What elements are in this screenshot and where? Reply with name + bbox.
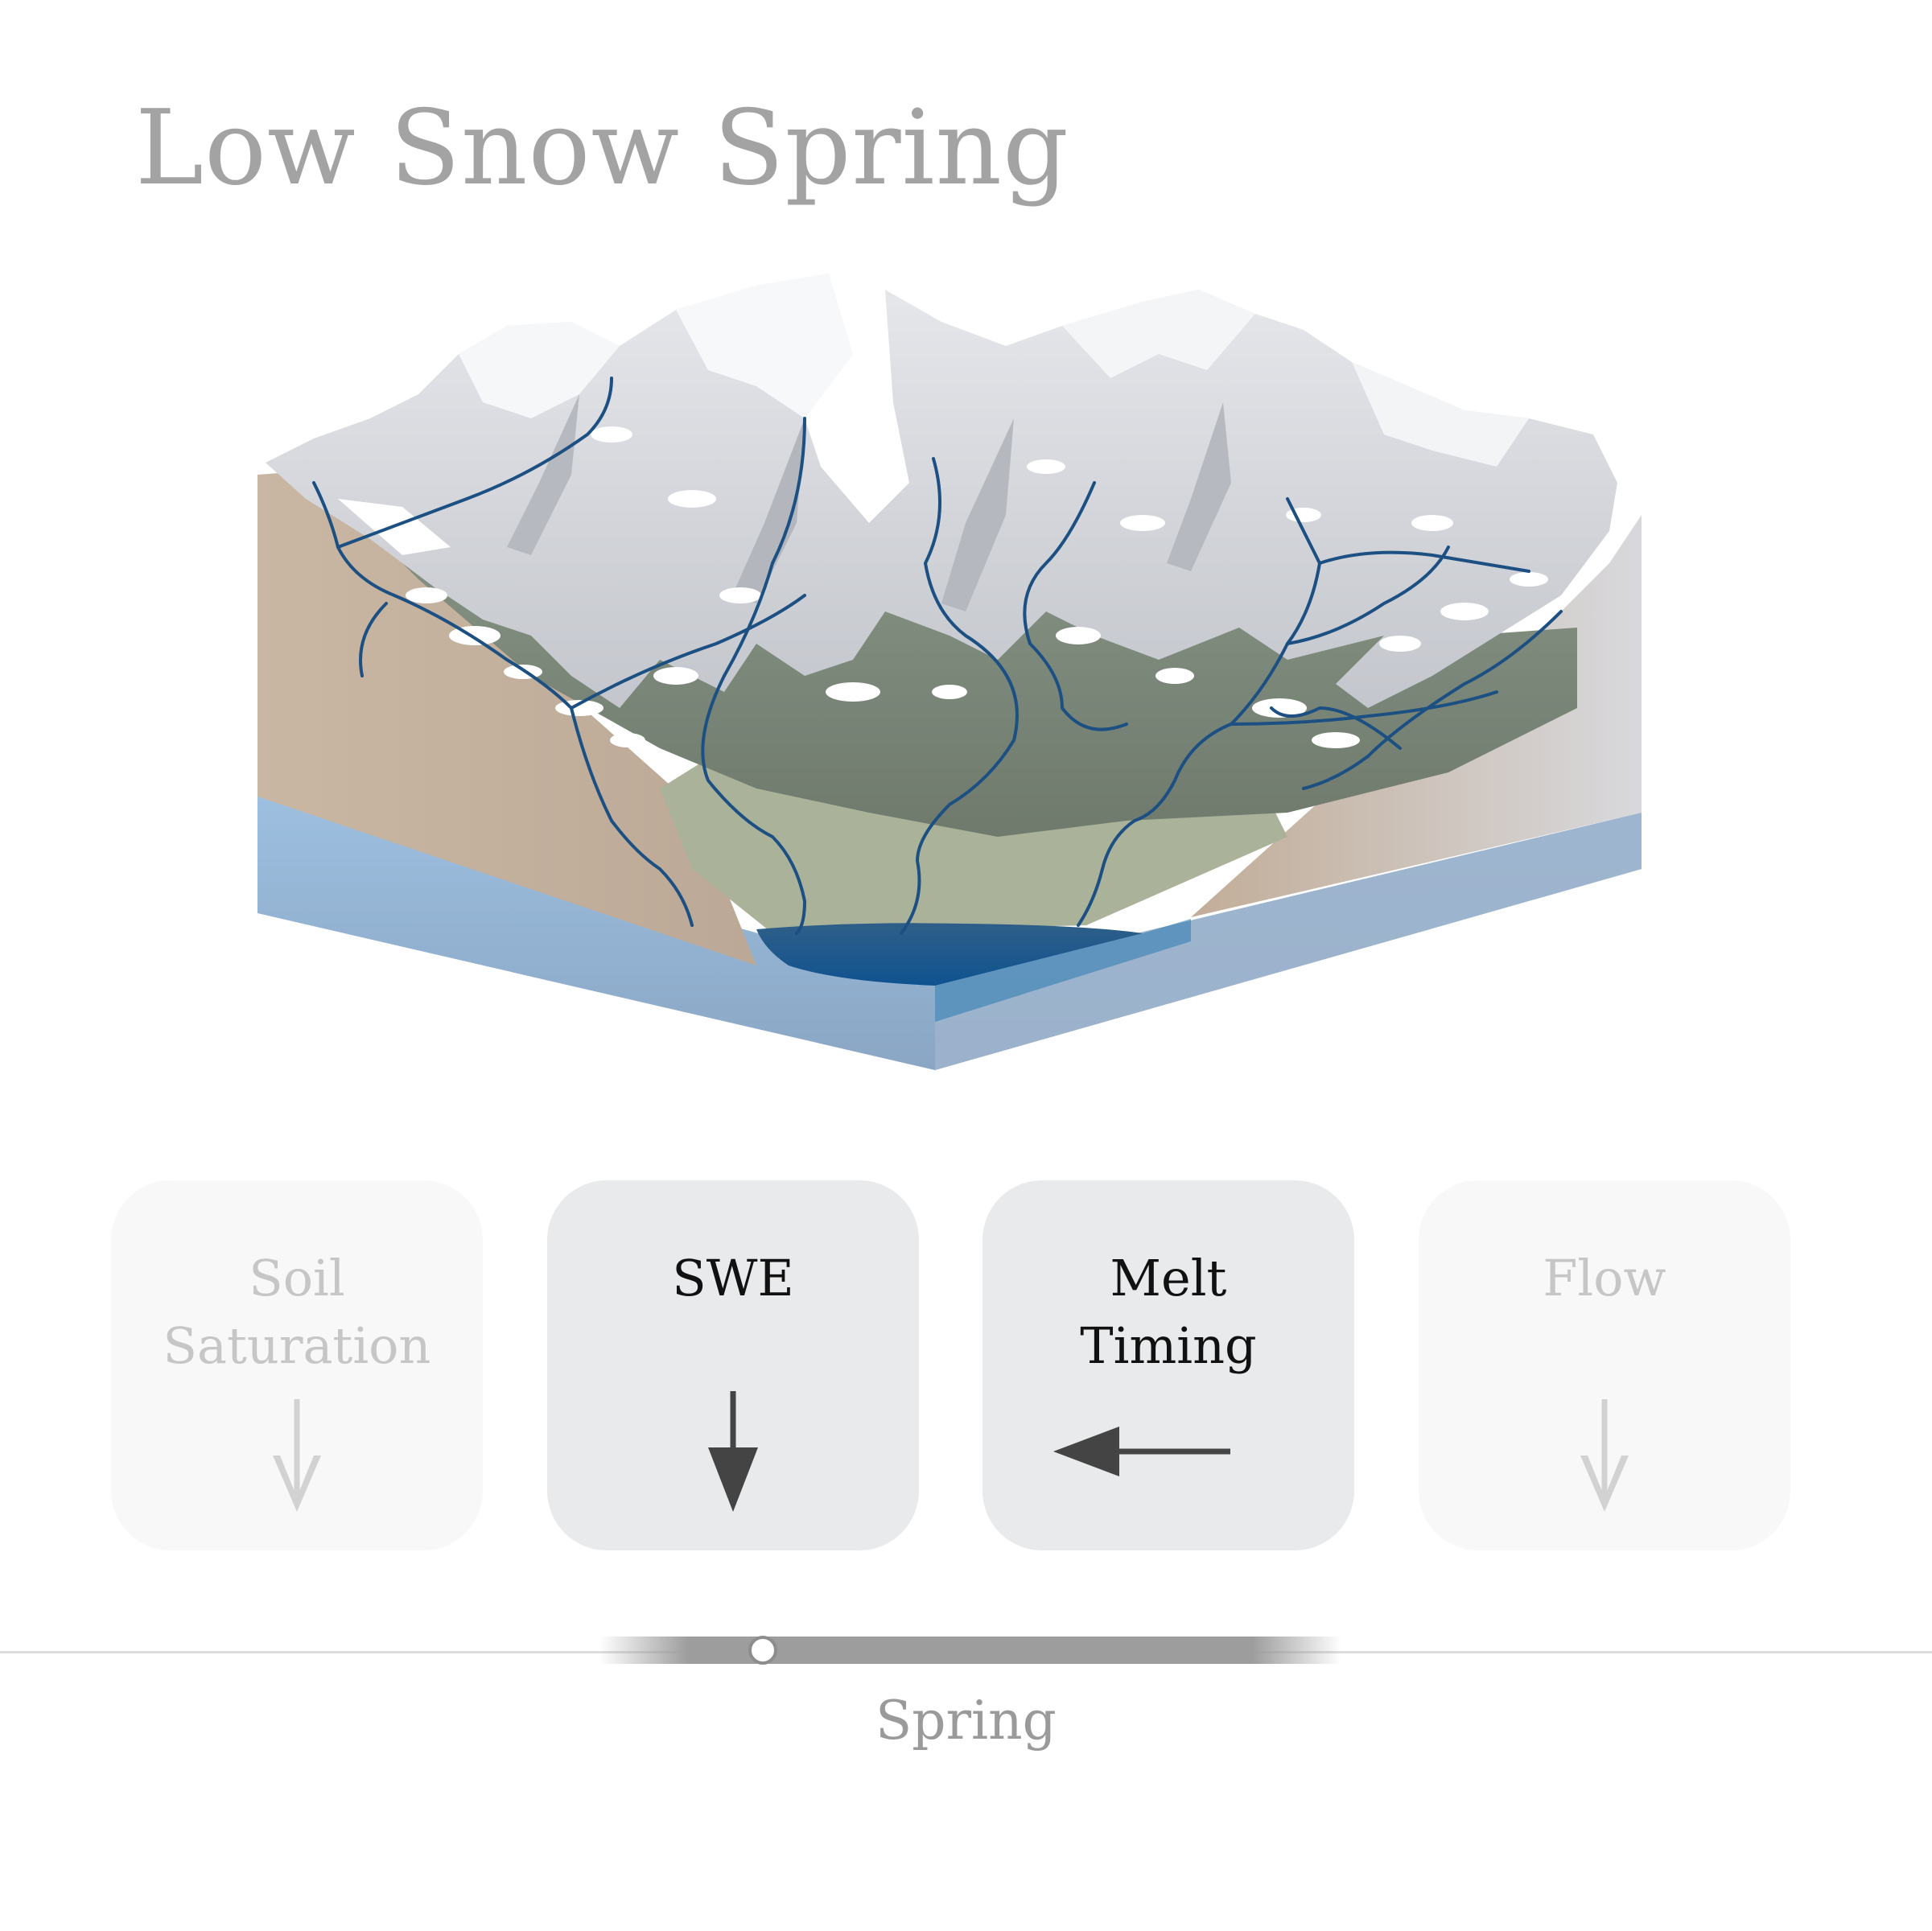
arrow-down-icon	[1580, 1399, 1629, 1512]
card-label-soil-saturation: Soil Saturation	[163, 1249, 431, 1375]
timeline-slider-handle[interactable]	[748, 1636, 777, 1665]
arrow-left-icon	[1053, 1427, 1230, 1476]
card-swe[interactable]: SWE	[547, 1180, 919, 1550]
arrow-down-icon	[708, 1391, 758, 1512]
page-title: Low Snow Spring	[135, 89, 1069, 208]
mountain-watershed-illustration	[257, 274, 1642, 1070]
card-flow[interactable]: Flow	[1419, 1180, 1790, 1550]
timeline-season-label: Spring	[875, 1690, 1057, 1752]
card-label-flow: Flow	[1543, 1249, 1666, 1307]
card-label-swe: SWE	[672, 1249, 794, 1307]
card-label-melt-timing: Melt Timing	[1080, 1249, 1257, 1375]
arrow-down-icon	[273, 1399, 321, 1512]
timeline-slider-track[interactable]	[599, 1637, 1341, 1664]
card-soil-saturation[interactable]: Soil Saturation	[111, 1180, 483, 1550]
card-melt-timing[interactable]: Melt Timing	[982, 1180, 1354, 1550]
